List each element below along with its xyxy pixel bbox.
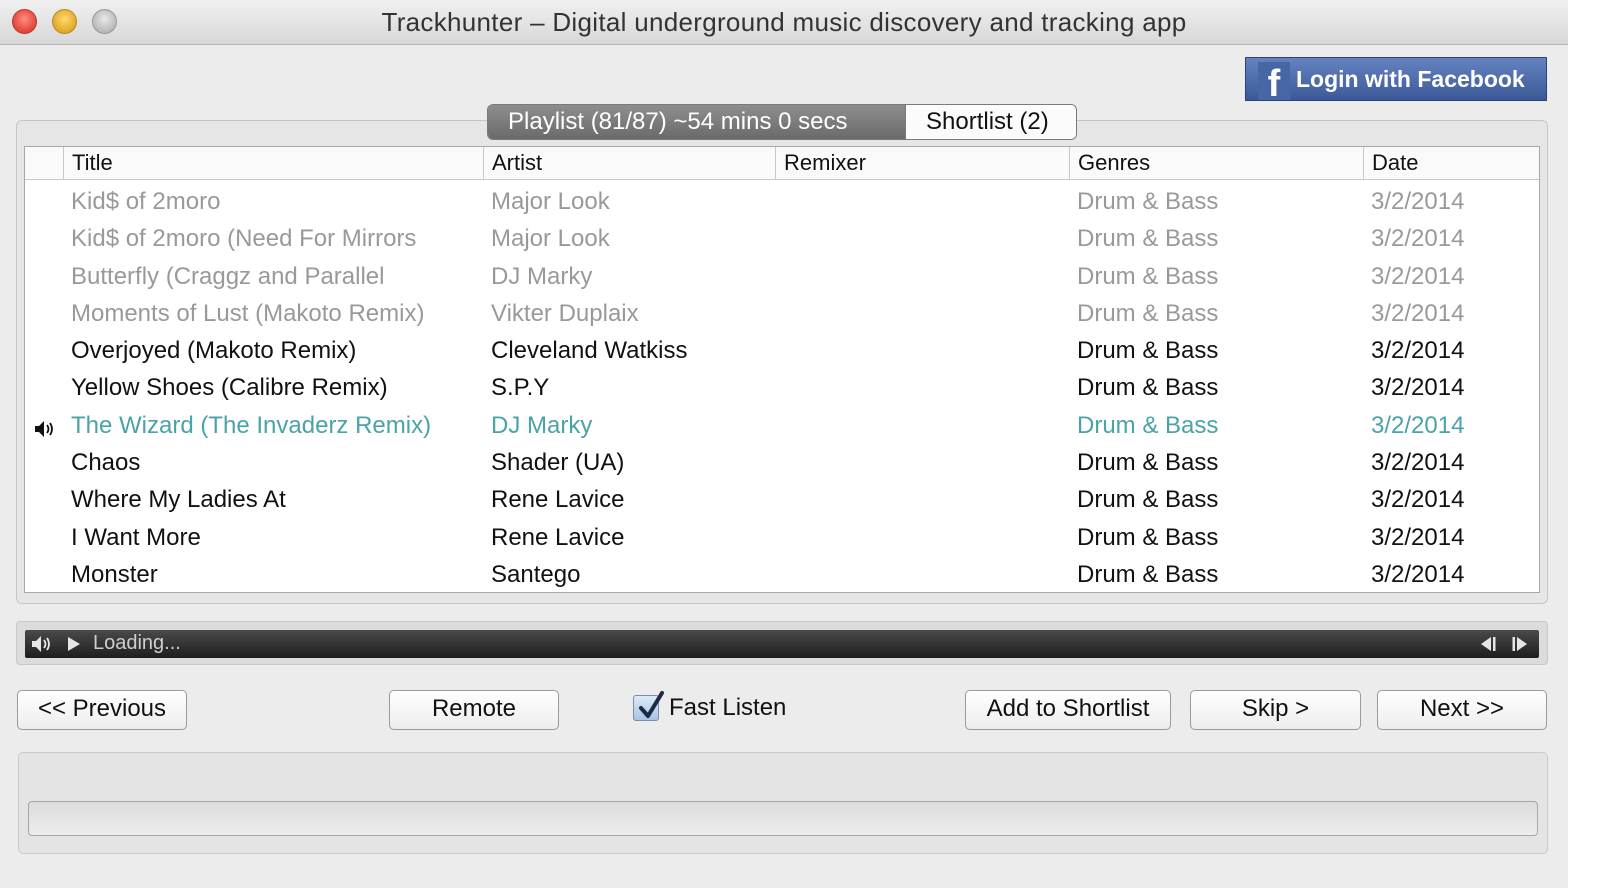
player-status-text: Loading... <box>93 632 181 654</box>
cell-title: The Wizard (The Invaderz Remix) <box>71 411 432 439</box>
cell-date: 3/2/2014 <box>1371 225 1465 253</box>
cell-title: Kid$ of 2moro (Need For Mirrors <box>71 225 417 253</box>
cell-genres: Drum & Bass <box>1077 560 1219 588</box>
table-row[interactable]: Kid$ of 2moro Major Look Drum & Bass 3/2/20… <box>25 183 1539 220</box>
cell-genres: Drum & Bass <box>1077 262 1219 290</box>
cell-title: Moments of Lust (Makoto Remix) <box>71 299 425 327</box>
tab-shortlist[interactable]: Shortlist (2) <box>905 105 1076 139</box>
column-header-artist[interactable]: Artist <box>483 147 774 179</box>
cell-genres: Drum & Bass <box>1077 523 1219 551</box>
add-to-shortlist-button[interactable]: Add to Shortlist <box>965 690 1171 730</box>
cell-title: Overjoyed (Makoto Remix) <box>71 337 357 365</box>
tab-playlist[interactable]: Playlist (81/87) ~54 mins 0 secs <box>488 105 905 139</box>
next-button[interactable]: Next >> <box>1377 690 1547 730</box>
cell-genres: Drum & Bass <box>1077 225 1219 253</box>
cell-date: 3/2/2014 <box>1371 411 1465 439</box>
cell-artist: Cleveland Watkiss <box>491 337 688 365</box>
tracks-table: Title Artist Remixer Genres Date Kid$ of… <box>24 146 1540 593</box>
player-bar: Loading... <box>25 630 1539 658</box>
table-row[interactable]: Yellow Shoes (Calibre Remix) S.P.Y Drum & … <box>25 369 1539 406</box>
cell-genres: Drum & Bass <box>1077 188 1219 215</box>
play-icon[interactable] <box>67 636 81 652</box>
checkmark-icon <box>639 691 664 718</box>
cell-genres: Drum & Bass <box>1077 449 1219 477</box>
previous-button[interactable]: << Previous <box>17 690 187 730</box>
remote-button[interactable]: Remote <box>389 690 559 730</box>
login-with-facebook-button[interactable]: f Login with Facebook <box>1245 57 1547 101</box>
skip-button[interactable]: Skip > <box>1190 690 1361 730</box>
cell-date: 3/2/2014 <box>1371 374 1465 402</box>
cell-artist: Vikter Duplaix <box>491 299 639 327</box>
cell-genres: Drum & Bass <box>1077 337 1219 365</box>
cell-genres: Drum & Bass <box>1077 486 1219 514</box>
speaker-icon[interactable] <box>31 635 53 653</box>
table-row[interactable]: Kid$ of 2moro (Need For Mirrors Major Loo… <box>25 220 1539 257</box>
cell-genres: Drum & Bass <box>1077 411 1219 439</box>
table-row[interactable]: Chaos Shader (UA) Drum & Bass 3/2/2014 <box>25 444 1539 481</box>
cell-date: 3/2/2014 <box>1371 449 1465 477</box>
audio-player: Loading... <box>16 621 1548 665</box>
table-row[interactable]: I Want More Rene Lavice Drum & Bass 3/2/201… <box>25 519 1539 556</box>
table-row[interactable]: Moments of Lust (Makoto Remix) Vikter Dup… <box>25 295 1539 332</box>
table-body: Kid$ of 2moro Major Look Drum & Bass 3/2/20… <box>25 183 1539 592</box>
cell-genres: Drum & Bass <box>1077 299 1219 327</box>
column-header-title[interactable]: Title <box>63 147 482 179</box>
cell-date: 3/2/2014 <box>1371 523 1465 551</box>
facebook-logo-icon: f <box>1258 62 1290 100</box>
cell-date: 3/2/2014 <box>1371 299 1465 327</box>
column-header-remixer[interactable]: Remixer <box>775 147 1068 179</box>
cell-artist: Major Look <box>491 225 610 253</box>
table-row[interactable]: Where My Ladies At Rene Lavice Drum & Bass… <box>25 481 1539 518</box>
table-row[interactable]: The Wizard (The Invaderz Remix) DJ Marky D… <box>25 407 1539 444</box>
window-title: Trackhunter – Digital underground music … <box>381 7 1187 37</box>
cell-date: 3/2/2014 <box>1371 560 1465 588</box>
table-row[interactable]: Butterfly (Craggz and Parallel DJ Marky Dr… <box>25 258 1539 295</box>
skip-forward-icon[interactable] <box>1511 636 1529 652</box>
column-header-date[interactable]: Date <box>1363 147 1539 179</box>
cell-title: Butterfly (Craggz and Parallel <box>71 262 385 290</box>
cell-title: Chaos <box>71 449 141 477</box>
cell-title: I Want More <box>71 523 201 551</box>
title-bar: Trackhunter – Digital underground music … <box>0 0 1568 45</box>
now-playing-speaker-icon <box>34 417 56 437</box>
cell-artist: Major Look <box>491 188 610 215</box>
cell-date: 3/2/2014 <box>1371 337 1465 365</box>
table-header: Title Artist Remixer Genres Date <box>25 147 1539 180</box>
status-panel <box>18 752 1548 854</box>
cell-artist: S.P.Y <box>491 374 550 402</box>
cell-artist: DJ Marky <box>491 411 593 439</box>
cell-artist: Rene Lavice <box>491 486 625 514</box>
fast-listen-label: Fast Listen <box>669 694 787 721</box>
cell-artist: Rene Lavice <box>491 523 625 551</box>
cell-date: 3/2/2014 <box>1371 188 1465 215</box>
cell-date: 3/2/2014 <box>1371 262 1465 290</box>
cell-title: Monster <box>71 560 158 588</box>
cell-date: 3/2/2014 <box>1371 486 1465 514</box>
cell-artist: Shader (UA) <box>491 449 625 477</box>
fast-listen-checkbox-box[interactable] <box>633 691 664 721</box>
cell-title: Kid$ of 2moro <box>71 188 221 215</box>
cell-title: Yellow Shoes (Calibre Remix) <box>71 374 388 402</box>
column-header-genres[interactable]: Genres <box>1069 147 1362 179</box>
cell-artist: DJ Marky <box>491 262 593 290</box>
skip-back-icon[interactable] <box>1479 636 1497 652</box>
cell-genres: Drum & Bass <box>1077 374 1219 402</box>
cell-title: Where My Ladies At <box>71 486 286 514</box>
app-window: Trackhunter – Digital underground music … <box>0 0 1568 888</box>
progress-bar <box>28 801 1538 836</box>
table-row[interactable]: Overjoyed (Makoto Remix) Cleveland Watkis… <box>25 332 1539 369</box>
login-with-facebook-label: Login with Facebook <box>1296 66 1525 92</box>
playlist-tabs: Playlist (81/87) ~54 mins 0 secs Shortli… <box>487 104 1077 140</box>
cell-artist: Santego <box>491 560 581 588</box>
table-row[interactable]: Monster Santego Drum & Bass 3/2/2014 <box>25 556 1539 592</box>
